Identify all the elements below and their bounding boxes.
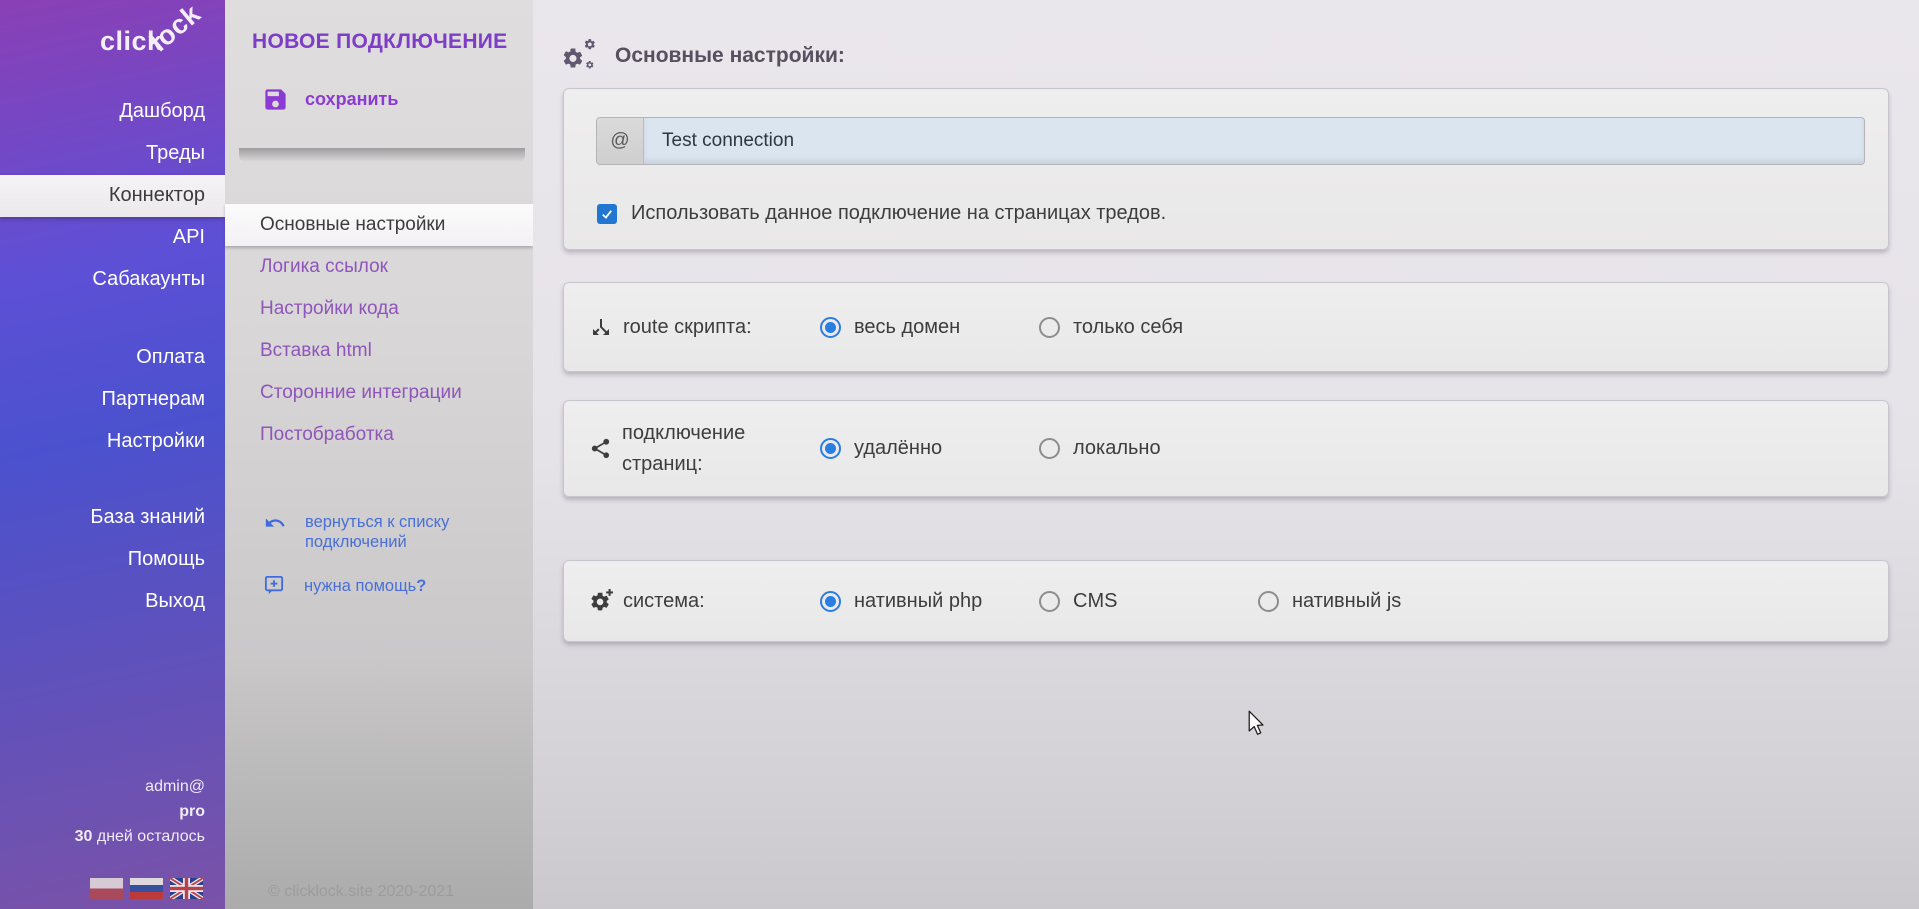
need-help-label: нужна помощь? — [304, 576, 426, 596]
radio-native-php[interactable] — [820, 591, 841, 612]
sidebar-item-subaccounts[interactable]: Сабакаунты — [0, 259, 225, 301]
connection-panel: НОВОЕ ПОДКЛЮЧЕНИЕ сохранить Основные нас… — [225, 0, 533, 909]
option-only-self[interactable]: только себя — [1039, 316, 1258, 339]
menu-item-html-insert[interactable]: Вставка html — [225, 330, 533, 372]
system-options: нативный php CMS нативный js — [820, 590, 1477, 613]
system-setting-row: система: нативный php CMS нативный js — [564, 561, 1888, 641]
sidebar-item-dashboard[interactable]: Дашборд — [0, 91, 225, 133]
pages-connection-card: подключение страниц: удалённо локально — [563, 400, 1889, 497]
nav-spacer — [0, 301, 225, 337]
radio-whole-domain[interactable] — [820, 317, 841, 338]
connection-settings-menu: Основные настройки Логика ссылок Настрой… — [225, 204, 533, 456]
account-info: admin@ pro 30 дней осталось — [75, 774, 205, 849]
section-title: Основные настройки: — [615, 44, 845, 68]
radio-cms[interactable] — [1039, 591, 1060, 612]
sidebar: click lock Дашборд Треды Коннектор API С… — [0, 0, 225, 909]
clicklock-logo: click lock — [0, 0, 225, 80]
radio-only-self[interactable] — [1039, 317, 1060, 338]
radio-remote[interactable] — [820, 438, 841, 459]
gear-plus-icon — [589, 589, 613, 613]
check-icon — [600, 207, 614, 221]
use-on-threads-checkbox[interactable] — [597, 204, 617, 224]
route-setting-card: route скрипта: весь домен только себя — [563, 282, 1889, 372]
menu-item-postprocessing[interactable]: Постобработка — [225, 414, 533, 456]
russia-flag[interactable] — [130, 878, 163, 899]
menu-item-integrations[interactable]: Сторонние интеграции — [225, 372, 533, 414]
mouse-cursor — [1246, 710, 1266, 736]
option-local[interactable]: локально — [1039, 437, 1258, 460]
save-button-label: сохранить — [305, 89, 398, 110]
share-icon — [589, 437, 612, 460]
sidebar-item-payment[interactable]: Оплата — [0, 337, 225, 379]
add-comment-icon — [263, 574, 286, 597]
sidebar-item-api[interactable]: API — [0, 217, 225, 259]
at-sign-addon: @ — [597, 118, 644, 164]
language-switcher — [90, 878, 203, 899]
account-days-left: 30 дней осталось — [75, 824, 205, 849]
sidebar-item-knowledge-base[interactable]: База знаний — [0, 497, 225, 539]
panel-header-shadow — [239, 148, 525, 162]
option-remote[interactable]: удалённо — [820, 437, 1039, 460]
section-header: Основные настройки: — [561, 38, 845, 74]
system-setting-label: система: — [589, 586, 820, 617]
poland-flag[interactable] — [90, 878, 123, 899]
system-setting-card: система: нативный php CMS нативный js — [563, 560, 1889, 642]
need-help-link[interactable]: нужна помощь? — [263, 574, 426, 597]
route-setting-row: route скрипта: весь домен только себя — [564, 283, 1888, 371]
save-button[interactable]: сохранить — [262, 86, 398, 113]
account-email: admin@ — [75, 774, 205, 799]
copyright-text: © clicklock.site 2020-2021 — [268, 883, 454, 901]
back-to-list-link[interactable]: вернуться к списку подключений — [263, 512, 449, 552]
save-icon — [262, 86, 289, 113]
nav-spacer — [0, 463, 225, 497]
menu-item-basic-settings[interactable]: Основные настройки — [225, 204, 533, 246]
connection-name-card: @ Использовать данное подключение на стр… — [563, 88, 1889, 250]
option-native-php[interactable]: нативный php — [820, 590, 1039, 613]
main-content: Основные настройки: @ Использовать данно… — [533, 0, 1919, 909]
sidebar-item-threads[interactable]: Треды — [0, 133, 225, 175]
menu-item-link-logic[interactable]: Логика ссылок — [225, 246, 533, 288]
sidebar-item-settings[interactable]: Настройки — [0, 421, 225, 463]
gears-icon — [561, 38, 599, 74]
use-on-threads-label[interactable]: Использовать данное подключение на стран… — [631, 202, 1166, 225]
radio-local[interactable] — [1039, 438, 1060, 459]
radio-native-js[interactable] — [1258, 591, 1279, 612]
route-options: весь домен только себя — [820, 316, 1258, 339]
option-native-js[interactable]: нативный js — [1258, 590, 1477, 613]
pages-connection-row: подключение страниц: удалённо локально — [564, 401, 1888, 496]
pages-connection-options: удалённо локально — [820, 437, 1258, 460]
sidebar-item-help[interactable]: Помощь — [0, 539, 225, 581]
menu-item-code-settings[interactable]: Настройки кода — [225, 288, 533, 330]
route-split-icon — [589, 315, 613, 339]
sidebar-nav: Дашборд Треды Коннектор API Сабакаунты О… — [0, 91, 225, 623]
account-plan: pro — [75, 799, 205, 824]
option-cms[interactable]: CMS — [1039, 590, 1258, 613]
sidebar-item-partners[interactable]: Партнерам — [0, 379, 225, 421]
app-window: click lock Дашборд Треды Коннектор API С… — [0, 0, 1919, 909]
use-on-threads-row: Использовать данное подключение на стран… — [597, 202, 1166, 225]
connection-name-input[interactable] — [644, 118, 1864, 164]
sidebar-item-connector[interactable]: Коннектор — [0, 175, 225, 217]
uk-flag[interactable] — [170, 878, 203, 899]
undo-arrow-icon — [263, 512, 287, 534]
pages-connection-label: подключение страниц: — [589, 418, 820, 480]
connection-name-input-group: @ — [596, 117, 1865, 165]
back-to-list-label: вернуться к списку подключений — [305, 512, 449, 552]
route-setting-label: route скрипта: — [589, 312, 820, 343]
sidebar-item-logout[interactable]: Выход — [0, 581, 225, 623]
panel-title: НОВОЕ ПОДКЛЮЧЕНИЕ — [252, 30, 508, 54]
option-whole-domain[interactable]: весь домен — [820, 316, 1039, 339]
